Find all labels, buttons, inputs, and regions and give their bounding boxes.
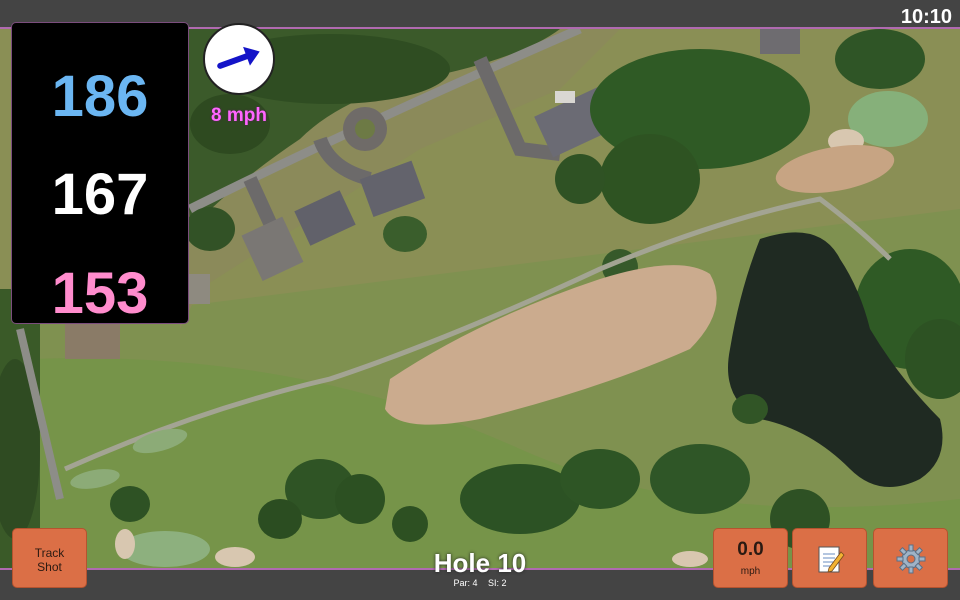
track-shot-button[interactable]: Track Shot	[12, 528, 87, 588]
speed-button[interactable]: 0.0 mph	[713, 528, 788, 588]
track-shot-label-line1: Track	[34, 546, 65, 560]
front-distance: 153	[51, 261, 149, 326]
notes-button[interactable]	[792, 528, 867, 588]
settings-button[interactable]	[873, 528, 948, 588]
speed-value: 0.0	[737, 539, 764, 560]
track-shot-label-line2: Shot	[37, 560, 62, 574]
notepad-icon	[818, 546, 845, 573]
hole-info: Par: 4 SI: 2	[380, 578, 580, 588]
wind-arrow-icon	[217, 46, 260, 69]
clock: 10:10	[900, 6, 952, 28]
hole-title: Hole 10	[433, 548, 527, 578]
golf-gps-screen: 10:10 186 167 153 8 mph Track Shot Hole …	[0, 0, 960, 600]
hole-stroke-index: SI: 2	[488, 578, 507, 588]
distance-panel: 186 167 153	[11, 22, 189, 326]
wind-indicator	[203, 23, 275, 95]
wind-speed: 8 mph	[211, 105, 267, 126]
hole-par: Par: 4	[453, 578, 478, 588]
gear-icon	[896, 544, 926, 574]
center-distance: 167	[51, 162, 149, 227]
back-distance: 186	[51, 64, 149, 129]
speed-unit: mph	[740, 566, 761, 577]
